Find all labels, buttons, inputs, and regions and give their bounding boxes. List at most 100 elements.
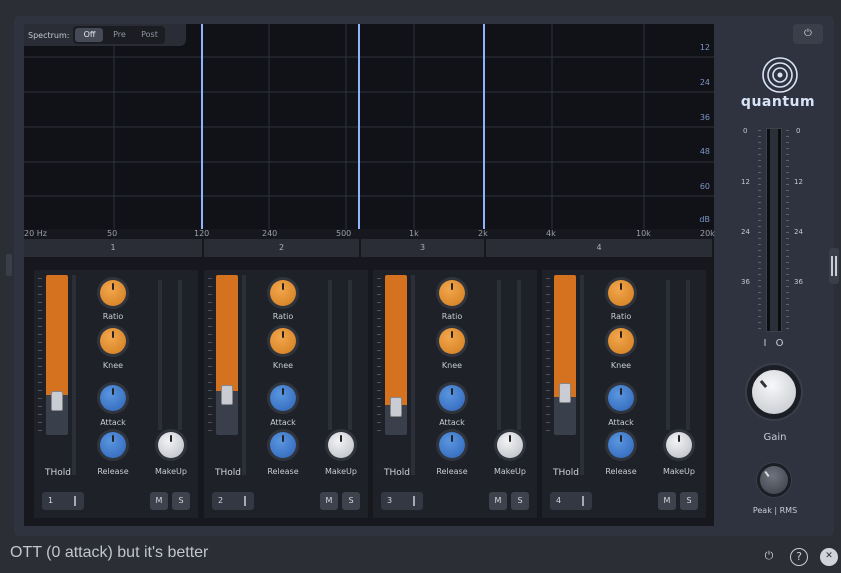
makeup-meter xyxy=(666,280,670,430)
spectrum-grid xyxy=(24,24,714,229)
makeup-knob[interactable] xyxy=(158,432,184,458)
band-meter xyxy=(72,275,76,475)
freq-label: 2k xyxy=(478,229,488,238)
makeup-label: MakeUp xyxy=(154,467,187,476)
freq-label: 20k xyxy=(700,229,715,238)
help-button[interactable]: ? xyxy=(790,548,808,566)
help-icon: ? xyxy=(796,550,802,563)
db-label: 12 xyxy=(699,43,710,52)
mute-button[interactable]: M xyxy=(658,492,676,510)
mute-button[interactable]: M xyxy=(150,492,168,510)
ratio-knob[interactable] xyxy=(270,280,296,306)
close-icon: ✕ xyxy=(825,551,833,561)
quantum-logo-icon xyxy=(762,57,798,93)
spectrum-option-pre[interactable]: Pre xyxy=(105,28,133,42)
crossover-band-4[interactable]: 4 xyxy=(486,239,712,257)
freq-label: 120 xyxy=(194,229,210,238)
knee-label: Knee xyxy=(102,361,124,370)
db-unit-label: dB xyxy=(699,215,710,224)
db-label: 60 xyxy=(699,182,710,191)
solo-button[interactable]: S xyxy=(680,492,698,510)
attack-knob[interactable] xyxy=(100,385,126,411)
power-button[interactable]: ⏻ xyxy=(760,548,778,566)
release-knob[interactable] xyxy=(270,432,296,458)
power-icon: ⏻ xyxy=(764,549,774,562)
release-knob[interactable] xyxy=(608,432,634,458)
plugin-window: Spectrum: Off Pre Post 12 24 36 48 60 dB… xyxy=(0,0,841,573)
io-scale-label: 24 xyxy=(794,228,803,236)
band-select-dropdown[interactable]: 1 xyxy=(42,492,84,510)
release-label: Release xyxy=(436,467,468,476)
knee-knob[interactable] xyxy=(608,328,634,354)
band-select-dropdown[interactable]: 4 xyxy=(550,492,592,510)
threshold-fill xyxy=(46,275,68,395)
threshold-fill xyxy=(385,275,407,405)
threshold-scale xyxy=(377,278,381,434)
spectrum-option-off[interactable]: Off xyxy=(75,28,104,42)
left-collapse-handle[interactable] xyxy=(6,254,12,276)
makeup-knob[interactable] xyxy=(497,432,523,458)
makeup-label: MakeUp xyxy=(493,467,526,476)
peak-rms-knob[interactable] xyxy=(760,466,788,494)
solo-button[interactable]: S xyxy=(172,492,190,510)
ratio-label: Ratio xyxy=(102,312,124,321)
freq-label: 500 xyxy=(336,229,352,238)
knee-knob[interactable] xyxy=(270,328,296,354)
bypass-power-button[interactable]: ⏻ xyxy=(793,24,823,44)
makeup-label: MakeUp xyxy=(662,467,695,476)
gain-knob[interactable] xyxy=(752,370,796,414)
threshold-fader-handle[interactable] xyxy=(390,397,402,417)
knee-knob[interactable] xyxy=(100,328,126,354)
band-meter xyxy=(580,275,584,475)
ratio-knob[interactable] xyxy=(439,280,465,306)
crossover-band-2[interactable]: 2 xyxy=(204,239,359,257)
attack-label: Attack xyxy=(100,418,126,427)
band-select-dropdown[interactable]: 2 xyxy=(212,492,254,510)
gain-label: Gain xyxy=(763,432,787,443)
threshold-fader[interactable] xyxy=(554,275,576,435)
band-select-dropdown[interactable]: 3 xyxy=(381,492,423,510)
attack-knob[interactable] xyxy=(270,385,296,411)
threshold-fader[interactable] xyxy=(216,275,238,435)
release-knob[interactable] xyxy=(100,432,126,458)
threshold-fill xyxy=(216,275,238,391)
io-scale-label: 24 xyxy=(741,228,750,236)
mute-button[interactable]: M xyxy=(489,492,507,510)
io-scale-label: 0 xyxy=(743,127,748,135)
makeup-knob[interactable] xyxy=(666,432,692,458)
close-button[interactable]: ✕ xyxy=(820,548,838,566)
thold-label: THold xyxy=(45,468,71,478)
io-scale-label: 0 xyxy=(796,127,801,135)
threshold-fader[interactable] xyxy=(385,275,407,435)
makeup-meter xyxy=(348,280,352,430)
makeup-knob[interactable] xyxy=(328,432,354,458)
band-module-3: THold Ratio Knee Attack Release MakeUp 3… xyxy=(373,270,537,518)
attack-knob[interactable] xyxy=(439,385,465,411)
crossover-band-1[interactable]: 1 xyxy=(24,239,202,257)
ratio-knob[interactable] xyxy=(100,280,126,306)
crossover-band-3[interactable]: 3 xyxy=(361,239,484,257)
threshold-fader-handle[interactable] xyxy=(559,383,571,403)
knee-knob[interactable] xyxy=(439,328,465,354)
solo-button[interactable]: S xyxy=(342,492,360,510)
attack-label: Attack xyxy=(439,418,465,427)
db-label: 36 xyxy=(699,113,710,122)
mute-button[interactable]: M xyxy=(320,492,338,510)
thold-label: THold xyxy=(215,468,241,478)
right-expand-handle[interactable] xyxy=(829,248,839,284)
spectrum-option-post[interactable]: Post xyxy=(135,28,163,42)
threshold-fader[interactable] xyxy=(46,275,68,435)
db-label: 48 xyxy=(699,147,710,156)
threshold-fader-handle[interactable] xyxy=(221,385,233,405)
ratio-knob[interactable] xyxy=(608,280,634,306)
threshold-fill xyxy=(554,275,576,397)
threshold-fader-handle[interactable] xyxy=(51,391,63,411)
band-module-4: THold Ratio Knee Attack Release MakeUp 4… xyxy=(542,270,706,518)
attack-knob[interactable] xyxy=(608,385,634,411)
release-knob[interactable] xyxy=(439,432,465,458)
peak-rms-label: Peak | RMS xyxy=(752,506,798,515)
solo-button[interactable]: S xyxy=(511,492,529,510)
freq-label: 10k xyxy=(636,229,651,238)
spectrum-label: Spectrum: xyxy=(28,30,70,40)
spectrum-display[interactable]: Spectrum: Off Pre Post 12 24 36 48 60 dB xyxy=(24,24,714,229)
